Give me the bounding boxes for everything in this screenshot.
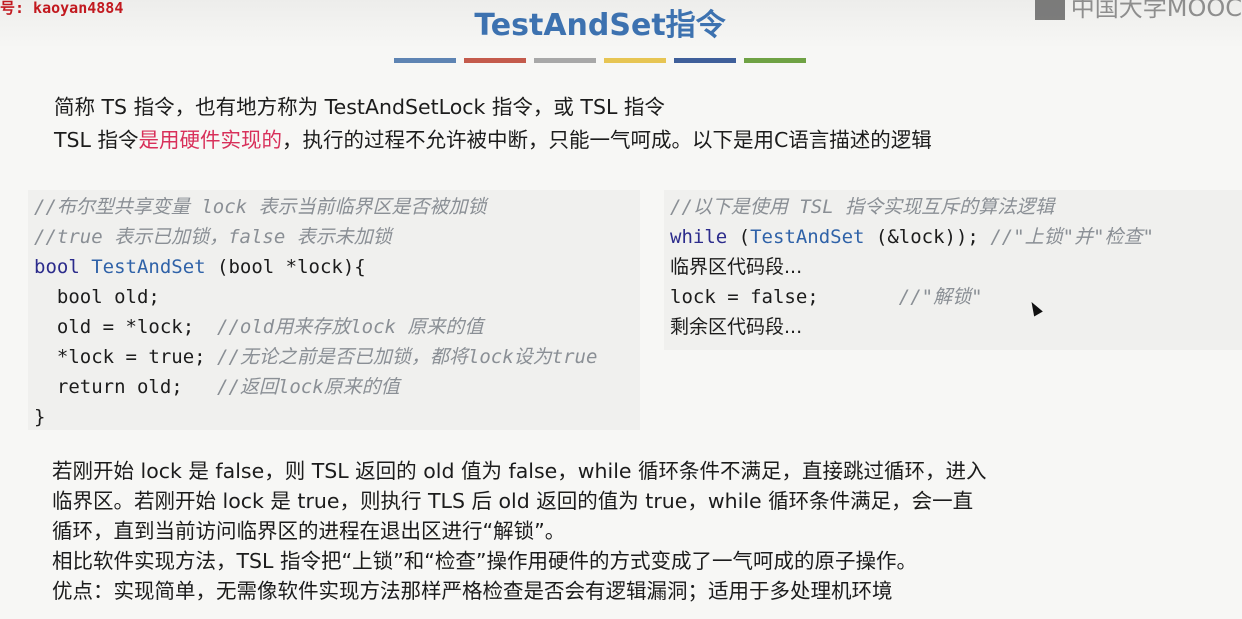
slide-title: TestAndSet指令	[474, 8, 726, 43]
code-line: return old; //返回lock原来的值	[34, 372, 640, 402]
code-line: lock = false; //"解锁"	[670, 282, 1242, 312]
code-keyword: while	[670, 226, 728, 248]
code-text: (&lock));	[864, 226, 991, 248]
code-comment: //无论之前是否已加锁，都将lock设为true	[217, 346, 598, 368]
intro-line-2-end: ，执行的过程不允许被中断，只能一气呵成。以下是用C语言描述的逻辑	[281, 128, 932, 152]
explanation-line: 相比软件实现方法，TSL 指令把“上锁”和“检查”操作用硬件的方式变成了一气呵成…	[52, 549, 917, 573]
code-line: old = *lock; //old用来存放lock 原来的值	[34, 312, 640, 342]
color-segment-1	[394, 58, 456, 63]
intro-text: 简称 TS 指令，也有地方称为 TestAndSetLock 指令，或 TSL …	[54, 91, 932, 157]
code-text: (bool *lock){	[205, 256, 366, 278]
code-function-name: TestAndSet	[750, 226, 865, 248]
explanation-text: 若刚开始 lock 是 false，则 TSL 返回的 old 值为 false…	[52, 456, 987, 606]
code-block-tsl-usage: //以下是使用 TSL 指令实现互斥的算法逻辑 while (TestAndSet…	[664, 190, 1242, 350]
code-comment: //以下是使用 TSL 指令实现互斥的算法逻辑	[670, 196, 1055, 218]
code-line: 临界区代码段...	[670, 256, 803, 278]
code-comment: //true 表示已加锁，false 表示未加锁	[34, 226, 392, 248]
code-line: *lock = true; //无论之前是否已加锁，都将lock设为true	[34, 342, 640, 372]
color-segment-2	[464, 58, 526, 63]
code-line: bool old;	[34, 286, 160, 308]
code-block-testandset: //布尔型共享变量 lock 表示当前临界区是否被加锁 //true 表示已加锁，…	[28, 190, 640, 430]
color-segment-6	[744, 58, 806, 63]
code-comment: //old用来存放lock 原来的值	[217, 316, 484, 338]
explanation-line: 若刚开始 lock 是 false，则 TSL 返回的 old 值为 false…	[52, 459, 987, 483]
explanation-line: 优点：实现简单，无需像软件实现方法那样严格检查是否会有逻辑漏洞；适用于多处理机环…	[52, 579, 893, 603]
code-text: *lock = true;	[34, 346, 218, 368]
color-segment-3	[534, 58, 596, 63]
code-text: (	[727, 226, 751, 248]
code-text: lock = false;	[670, 286, 899, 308]
code-line-signature: bool TestAndSet (bool *lock){	[34, 252, 640, 282]
intro-line-1: 简称 TS 指令，也有地方称为 TestAndSetLock 指令，或 TSL …	[54, 95, 665, 119]
code-comment: //"上锁"并"检查"	[990, 226, 1154, 248]
code-text: old = *lock;	[34, 316, 218, 338]
code-keyword: bool	[34, 256, 92, 278]
code-line-while: while (TestAndSet (&lock)); //"上锁"并"检查"	[670, 222, 1242, 252]
intro-highlight: 是用硬件实现的	[138, 128, 282, 152]
explanation-line: 循环，直到当前访问临界区的进程在退出区进行“解锁”。	[52, 519, 566, 543]
code-comment: //布尔型共享变量 lock 表示当前临界区是否被加锁	[34, 196, 487, 218]
explanation-line: 临界区。若刚开始 lock 是 true，则执行 TLS 后 old 返回的值为…	[52, 489, 974, 513]
code-function-name: TestAndSet	[91, 256, 206, 278]
code-comment: //"解锁"	[898, 286, 983, 308]
intro-line-2: TSL 指令是用硬件实现的，执行的过程不允许被中断，只能一气呵成。以下是用C语言…	[54, 124, 932, 157]
code-text: return old;	[34, 376, 218, 398]
color-segment-5	[674, 58, 736, 63]
code-line: }	[34, 406, 46, 428]
intro-line-2-start: TSL 指令	[54, 128, 139, 152]
code-comment: //返回lock原来的值	[217, 376, 400, 398]
title-color-bar	[394, 58, 806, 63]
code-line: 剩余区代码段...	[670, 316, 803, 338]
color-segment-4	[604, 58, 666, 63]
